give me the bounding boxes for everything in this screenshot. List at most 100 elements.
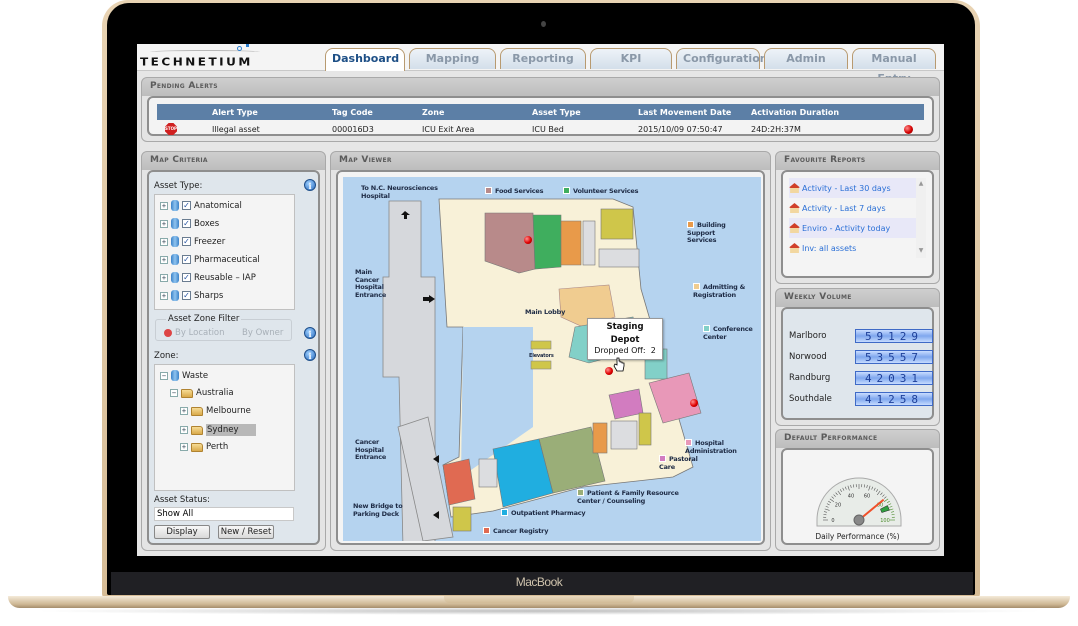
volume-row: Norwood 53557 <box>789 350 934 364</box>
favourite-reports-panel: Favourite Reports Activity - Last 30 day… <box>775 151 940 284</box>
report-label[interactable]: Inv: all assets <box>802 244 856 253</box>
main-tabs: Dashboard Mapping Reporting KPI Configur… <box>325 48 936 85</box>
logo-signal-icon <box>246 44 249 47</box>
volume-counter: 41258 <box>855 392 933 406</box>
panel-title: Favourite Reports <box>784 155 866 165</box>
legend-label: Volunteer Services <box>573 187 639 195</box>
asset-type-item[interactable]: + ✓ Freezer <box>160 236 225 247</box>
checkbox[interactable]: ✓ <box>182 273 191 282</box>
zone-item-waste[interactable]: − Waste <box>160 370 208 381</box>
expand-icon[interactable]: + <box>160 291 168 300</box>
report-link[interactable]: Inv: all assets <box>789 238 919 258</box>
by-owner-label[interactable]: By Owner <box>242 328 283 338</box>
report-link[interactable]: Activity - Last 7 days <box>789 198 919 218</box>
collapse-icon[interactable]: − <box>170 389 178 397</box>
info-icon[interactable]: i <box>304 349 316 361</box>
zone-label: Waste <box>182 370 209 381</box>
expand-icon[interactable]: + <box>160 201 168 210</box>
checkbox[interactable]: ✓ <box>182 255 191 264</box>
weekly-volume-body: Marlboro 59129 Norwood 53557 Randburg 42031… <box>781 307 934 420</box>
expand-icon[interactable]: + <box>180 426 188 434</box>
col-duration[interactable]: Activation Duration <box>751 108 904 117</box>
brand-label: MacBook <box>515 575 563 589</box>
by-location-label[interactable]: By Location <box>175 328 225 338</box>
col-tag-code[interactable]: Tag Code <box>332 108 422 117</box>
tab-dashboard[interactable]: Dashboard <box>325 48 405 71</box>
radio-by-location[interactable] <box>164 329 172 337</box>
logo-text: TECHNETIUM <box>140 55 253 69</box>
col-last-movement[interactable]: Last Movement Date <box>638 108 751 117</box>
legend-label: Admitting & Registration <box>693 283 746 299</box>
scroll-down-icon[interactable]: ▼ <box>916 247 926 254</box>
new-reset-button[interactable]: New / Reset <box>218 525 274 539</box>
zone-item-australia[interactable]: − Australia <box>170 388 234 398</box>
asset-type-item[interactable]: + ✓ Sharps <box>160 290 223 301</box>
expand-icon[interactable]: + <box>180 443 188 451</box>
cancer-registry-area <box>442 458 476 506</box>
col-alert-type[interactable]: Alert Type <box>212 108 332 117</box>
asset-pin-icon[interactable] <box>690 399 698 407</box>
zone-item-perth[interactable]: + Perth <box>180 442 228 452</box>
grey-rooms-2 <box>610 420 638 450</box>
scroll-up-icon[interactable]: ▲ <box>916 180 926 187</box>
floor-map[interactable]: To N.C. Neurosciences Hospital Main Canc… <box>343 177 761 541</box>
database-icon <box>171 218 179 229</box>
legend-swatch <box>577 489 584 496</box>
legend-patient-family: Patient & Family Resource Center / Couns… <box>577 489 679 505</box>
asset-status-select[interactable]: Show All <box>154 507 294 521</box>
expand-icon[interactable]: + <box>160 219 168 228</box>
asset-type-item[interactable]: + ✓ Boxes <box>160 218 219 229</box>
checkbox[interactable]: ✓ <box>182 291 191 300</box>
report-link[interactable]: Activity - Last 30 days <box>789 178 919 198</box>
asset-pin-icon[interactable] <box>605 367 613 375</box>
weekly-volume-panel: Weekly Volume Marlboro 59129 Norwood 53557… <box>775 288 940 426</box>
col-asset-type[interactable]: Asset Type <box>532 108 638 117</box>
tab-kpi[interactable]: KPI <box>590 48 672 69</box>
checkbox[interactable]: ✓ <box>182 219 191 228</box>
zone-tooltip: Staging Depot Dropped Off: 2 <box>587 318 663 360</box>
info-icon[interactable]: i <box>304 179 316 191</box>
legend-swatch <box>685 439 692 446</box>
col-zone[interactable]: Zone <box>422 108 532 117</box>
checkbox[interactable]: ✓ <box>182 201 191 210</box>
tab-mapping[interactable]: Mapping <box>409 48 496 69</box>
expand-icon[interactable]: + <box>160 273 168 282</box>
logo[interactable]: TECHNETIUM <box>140 44 290 70</box>
label-elevators: Elevators <box>529 353 554 359</box>
expand-icon[interactable]: + <box>180 407 188 415</box>
asset-pin-icon[interactable] <box>524 236 532 244</box>
expand-icon[interactable]: + <box>160 255 168 264</box>
status-cell <box>904 124 924 134</box>
display-button[interactable]: Display <box>154 525 210 539</box>
expand-icon[interactable]: + <box>160 237 168 246</box>
asset-type-item[interactable]: + ✓ Pharmaceutical <box>160 254 260 265</box>
report-label[interactable]: Activity - Last 7 days <box>802 204 886 213</box>
table-row[interactable]: STOP Illegal asset 000016D3 ICU Exit Are… <box>157 120 924 138</box>
report-link[interactable]: Enviro - Activity today <box>789 218 919 238</box>
report-label[interactable]: Enviro - Activity today <box>802 224 890 233</box>
info-icon[interactable]: i <box>304 327 316 339</box>
asset-type-item[interactable]: + ✓ Reusable – IAP <box>160 272 256 283</box>
tab-reporting[interactable]: Reporting <box>500 48 586 69</box>
map-criteria-body: Asset Type: i + ✓ Anatomical + ✓ Boxes + ✓ Fre… <box>147 170 320 545</box>
scrollbar[interactable]: ▲ ▼ <box>916 178 926 258</box>
logo-swoosh <box>150 50 260 54</box>
tab-admin[interactable]: Admin <box>764 48 848 69</box>
grey-room-3 <box>478 458 498 488</box>
gauge-tick-label: 0 <box>831 518 834 524</box>
database-icon <box>171 200 179 211</box>
tab-configuration[interactable]: Configuration <box>676 48 768 69</box>
checkbox[interactable]: ✓ <box>182 237 191 246</box>
stop-icon: STOP <box>165 123 177 135</box>
collapse-icon[interactable]: − <box>160 371 168 380</box>
gauge-tick-label: 60 <box>864 493 870 499</box>
volume-row: Randburg 42031 <box>789 371 934 385</box>
tab-manual-entry[interactable]: Manual Entry <box>852 48 936 85</box>
zone-item-melbourne[interactable]: + Melbourne <box>180 406 251 416</box>
zone-item-sydney[interactable]: + Sydney <box>180 424 257 436</box>
report-label[interactable]: Activity - Last 30 days <box>802 184 891 193</box>
asset-type-item[interactable]: + ✓ Anatomical <box>160 200 242 211</box>
asset-zone-filter: Asset Zone Filter By Location By Owner <box>155 314 292 341</box>
yellow-room <box>638 412 652 446</box>
legend-hospital-admin: Hospital Administration <box>685 439 737 455</box>
